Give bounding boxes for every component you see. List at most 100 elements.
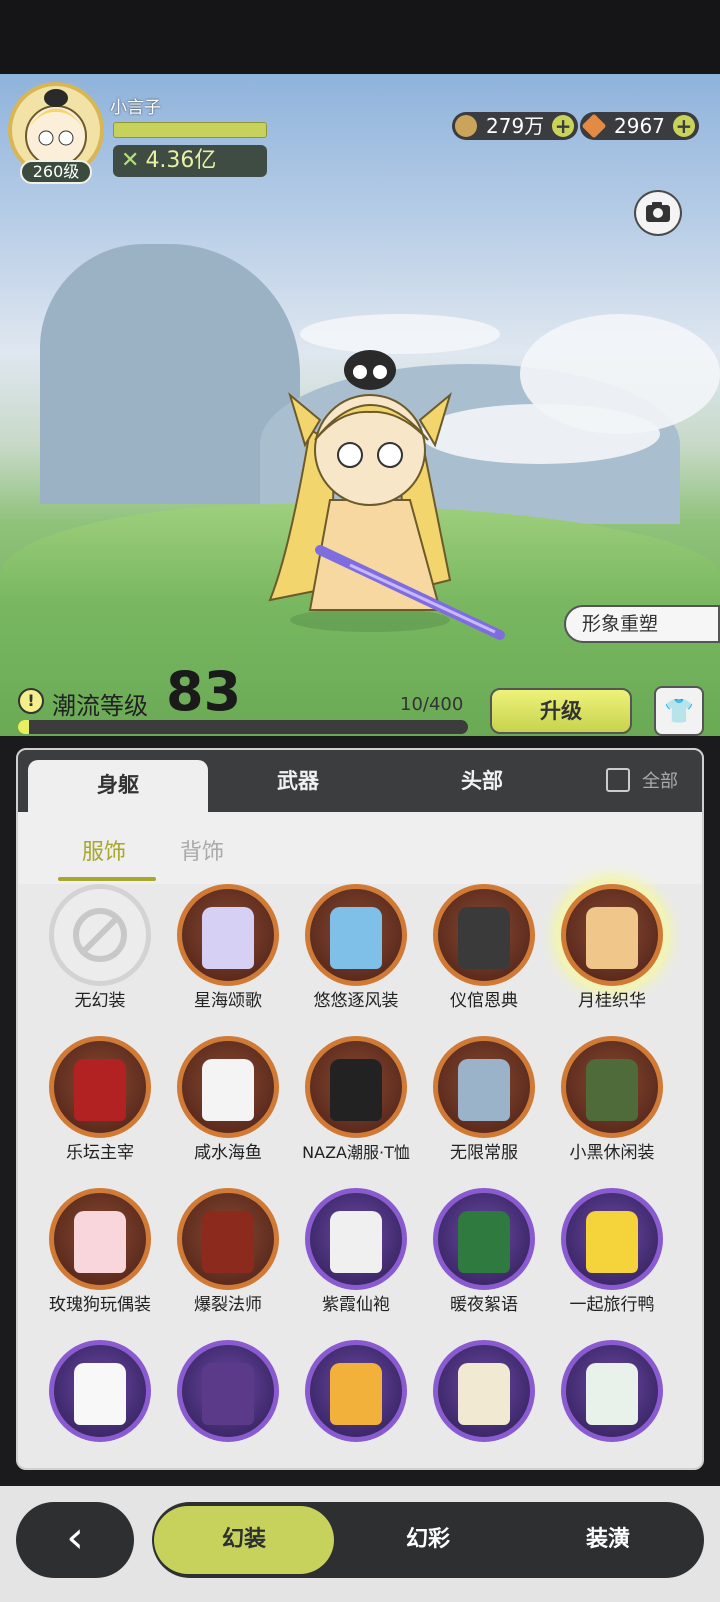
outfit-icon: [433, 884, 535, 986]
outfit-item[interactable]: 一起旅行鸭: [548, 1188, 676, 1340]
outfit-item[interactable]: 悠悠逐风装: [292, 884, 420, 1036]
outfit-item[interactable]: 星海颂歌: [164, 884, 292, 1036]
tab-weapon[interactable]: 武器: [218, 750, 378, 812]
outfit-item[interactable]: 仪倌恩典: [420, 884, 548, 1036]
nav-outfit[interactable]: 幻装: [154, 1506, 334, 1574]
outfit-label: 乐坛主宰: [66, 1143, 134, 1163]
trend-progress-fill: [18, 720, 30, 734]
outfit-item[interactable]: 咸水海鱼: [164, 1036, 292, 1188]
outfit-label: 咸水海鱼: [194, 1143, 262, 1163]
outfit-label: 玫瑰狗玩偶装: [49, 1295, 151, 1315]
player-name: 小言子: [110, 98, 161, 118]
outfit-thumbnail: [330, 1363, 382, 1425]
gold-coin-icon: [455, 115, 477, 137]
power-icon: ✕: [121, 148, 140, 173]
shirt-search-icon: 👕: [664, 697, 694, 725]
camera-button[interactable]: [634, 190, 682, 236]
outfit-thumbnail: [458, 907, 510, 969]
trend-level-label: 潮流等级: [52, 692, 148, 720]
outfit-thumbnail: [458, 1059, 510, 1121]
outfit-item[interactable]: 无限常服: [420, 1036, 548, 1188]
cloud: [300, 314, 500, 354]
outfit-thumbnail: [330, 1211, 382, 1273]
outfit-item[interactable]: 月桂织华: [548, 884, 676, 1036]
outfit-icon: [561, 1340, 663, 1442]
outfit-item[interactable]: 暖夜絮语: [420, 1188, 548, 1340]
outfit-label: 无幻装: [74, 991, 126, 1011]
trend-progress-bar: [18, 720, 468, 734]
outfit-icon: [49, 1036, 151, 1138]
outfit-thumbnail: [586, 1211, 638, 1273]
gold-value: 279万: [486, 114, 545, 138]
outfit-icon: [305, 1188, 407, 1290]
sub-tabs: 服饰 背饰: [18, 812, 702, 884]
outfit-icon: [177, 1340, 279, 1442]
outfit-item[interactable]: NAZA潮服·T恤: [292, 1036, 420, 1188]
tab-head[interactable]: 头部: [402, 750, 562, 812]
outfit-label: 无限常服: [450, 1143, 518, 1163]
nav-decoration[interactable]: 装潢: [518, 1506, 698, 1574]
outfit-item[interactable]: 玫瑰狗玩偶装: [36, 1188, 164, 1340]
trend-level-value: 83: [166, 660, 242, 723]
outfit-thumbnail: [586, 907, 638, 969]
outfit-thumbnail: [330, 1059, 382, 1121]
outfit-label: 紫霞仙袍: [322, 1295, 390, 1315]
outfit-label: 月桂织华: [578, 991, 646, 1011]
outfit-item[interactable]: 乐坛主宰: [36, 1036, 164, 1188]
outfit-item[interactable]: 爆裂法师: [164, 1188, 292, 1340]
outfit-thumbnail: [74, 1059, 126, 1121]
show-all-label: 全部: [642, 771, 678, 792]
upgrade-button[interactable]: 升级: [490, 688, 632, 734]
outfit-icon: [561, 1188, 663, 1290]
add-gold-button[interactable]: +: [552, 115, 575, 137]
combat-power: ✕ 4.36亿: [113, 145, 267, 177]
outfit-icon: [49, 1340, 151, 1442]
subtab-back-accessory[interactable]: 背饰: [180, 834, 224, 866]
chevron-left-icon: ‹: [66, 1512, 84, 1563]
player-level-badge: 260级: [20, 160, 92, 184]
info-icon[interactable]: !: [18, 688, 44, 714]
outfit-thumbnail: [330, 907, 382, 969]
nav-color[interactable]: 幻彩: [338, 1506, 518, 1574]
outfit-thumbnail: [74, 1211, 126, 1273]
outfit-icon: [305, 1340, 407, 1442]
outfit-item[interactable]: [548, 1340, 676, 1468]
crystal-icon: [581, 113, 607, 139]
outfit-thumbnail: [458, 1363, 510, 1425]
crystal-currency: 2967 +: [580, 112, 699, 140]
outfit-item[interactable]: 紫霞仙袍: [292, 1188, 420, 1340]
outfit-thumbnail: [458, 1211, 510, 1273]
player-character[interactable]: [250, 350, 510, 650]
outfit-thumbnail: [586, 1363, 638, 1425]
add-crystal-button[interactable]: +: [672, 115, 695, 137]
outfit-icon: [305, 884, 407, 986]
outfit-item[interactable]: [36, 1340, 164, 1468]
outfit-icon: [561, 884, 663, 986]
outfit-icon: [49, 1188, 151, 1290]
camera-icon: [646, 202, 670, 222]
outfit-icon: [305, 1036, 407, 1138]
outfit-item[interactable]: 无幻装: [36, 884, 164, 1036]
outfit-thumbnail: [586, 1059, 638, 1121]
outfit-icon: [433, 1340, 535, 1442]
back-button[interactable]: ‹: [16, 1502, 134, 1578]
outfit-thumbnail: [74, 1363, 126, 1425]
tab-body[interactable]: 身躯: [28, 760, 208, 812]
outfit-thumbnail: [202, 1059, 254, 1121]
outfit-item[interactable]: [164, 1340, 292, 1468]
wardrobe-search-button[interactable]: 👕: [654, 686, 704, 736]
outfit-icon: [433, 1036, 535, 1138]
reshape-appearance-button[interactable]: 形象重塑: [564, 605, 720, 643]
outfit-item[interactable]: [292, 1340, 420, 1468]
category-tabs: 身躯 武器 头部 全部: [18, 750, 702, 812]
show-all-checkbox[interactable]: [606, 768, 630, 792]
outfit-label: 星海颂歌: [194, 991, 262, 1011]
outfit-item[interactable]: 小黑休闲装: [548, 1036, 676, 1188]
no-outfit-icon: [49, 884, 151, 986]
outfit-label: 仪倌恩典: [450, 991, 518, 1011]
subtab-clothing[interactable]: 服饰: [82, 834, 126, 866]
outfit-thumbnail: [202, 907, 254, 969]
outfit-item[interactable]: [420, 1340, 548, 1468]
outfit-icon: [433, 1188, 535, 1290]
bottom-nav: 幻装 幻彩 装潢: [152, 1502, 704, 1578]
